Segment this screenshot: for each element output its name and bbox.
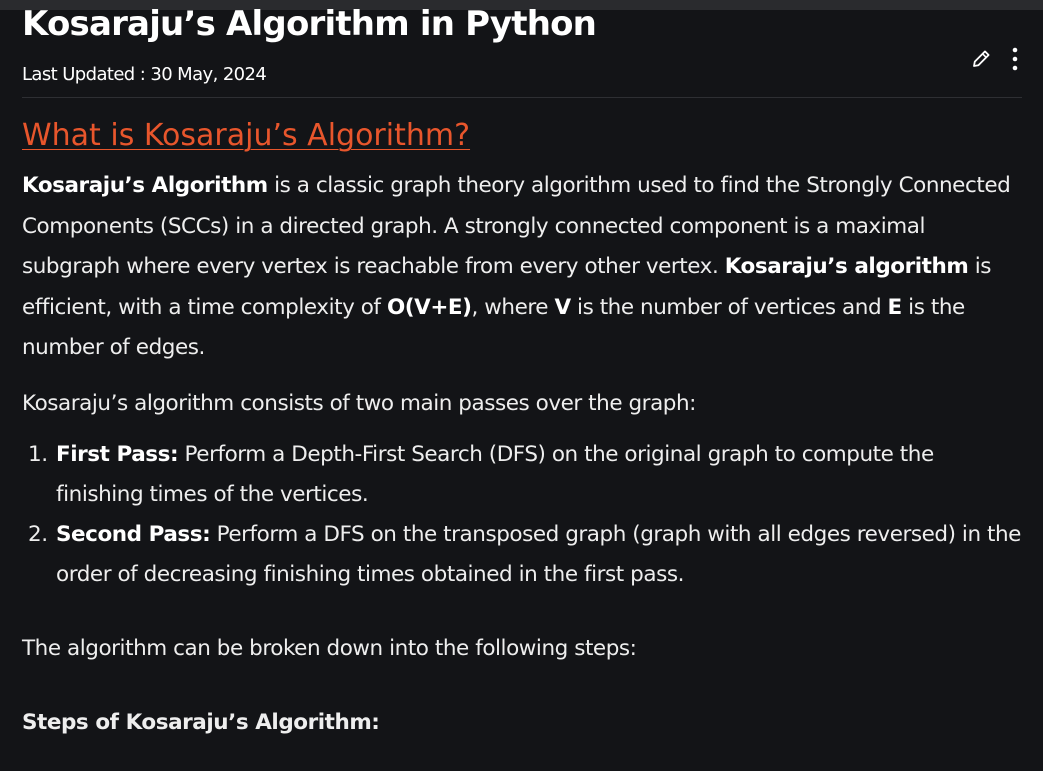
passes-intro-paragraph: Kosaraju’s algorithm consists of two mai… (22, 391, 696, 416)
list-item-number: 2. (28, 522, 48, 547)
edit-button[interactable] (968, 46, 994, 72)
term-complexity: O(V+E) (386, 294, 472, 320)
list-item-number: 1. (28, 442, 48, 467)
term-e: E (887, 294, 903, 320)
article-page: Kosaraju’s Algorithm in Python Last Upda… (0, 0, 1043, 771)
last-updated-date: Last Updated : 30 May, 2024 (22, 64, 267, 85)
steps-intro-paragraph: The algorithm can be broken down into th… (22, 636, 637, 661)
more-options-button[interactable] (1006, 44, 1024, 74)
term-kosaraju-algorithm: Kosaraju’s Algorithm (22, 173, 268, 198)
header-divider (22, 97, 1022, 98)
intro-text-3: , where (471, 294, 555, 320)
list-item: 2. Second Pass: Perform a DFS on the tran… (22, 515, 1027, 595)
term-kosaraju-algorithm-2: Kosaraju’s algorithm (724, 254, 969, 279)
list-item: 1. First Pass: Perform a Depth-First Sear… (22, 435, 1027, 515)
intro-paragraph: Kosaraju’s Algorithm is a classic graph … (22, 166, 1027, 369)
vertical-dots-icon (1012, 47, 1018, 71)
term-v: V (554, 294, 571, 320)
page-title: Kosaraju’s Algorithm in Python (22, 4, 597, 44)
list-item-label: First Pass: (56, 442, 179, 467)
intro-text-4: is the number of vertices and (570, 294, 888, 320)
pencil-icon (973, 50, 990, 67)
list-item-text: Perform a Depth-First Search (DFS) on th… (56, 442, 934, 507)
steps-heading: Steps of Kosaraju’s Algorithm: (22, 710, 380, 735)
section-heading-link[interactable]: What is Kosaraju’s Algorithm? (22, 118, 470, 153)
passes-list: 1. First Pass: Perform a Depth-First Sear… (22, 435, 1027, 595)
list-item-label: Second Pass: (56, 522, 211, 547)
